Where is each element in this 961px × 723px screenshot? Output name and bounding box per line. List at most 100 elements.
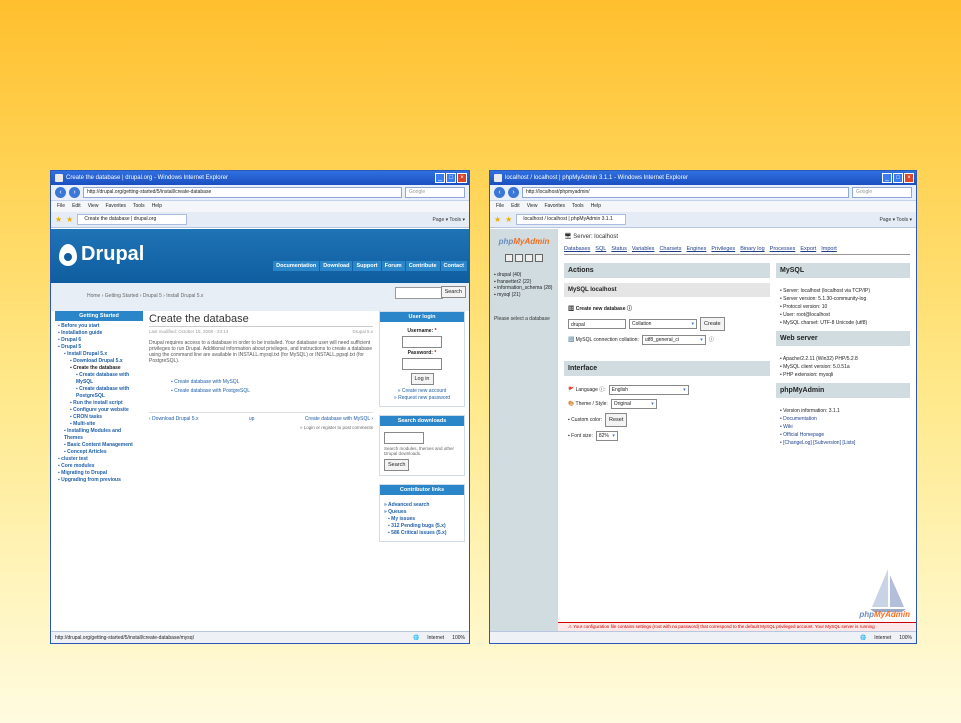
database-item[interactable]: information_schema (28) xyxy=(494,285,554,292)
info-icon[interactable]: ⓘ xyxy=(709,336,714,344)
database-item[interactable]: mysql (21) xyxy=(494,292,554,299)
menu-tools[interactable]: Tools xyxy=(572,203,584,210)
forward-icon[interactable]: › xyxy=(508,187,519,198)
conn-collation-select[interactable]: utf8_general_ci xyxy=(641,335,706,345)
theme-select[interactable]: Original xyxy=(610,399,657,409)
docs-icon[interactable] xyxy=(525,254,533,262)
sidebar-item[interactable]: ▪ Create database with MySQL xyxy=(58,372,140,386)
contrib-link[interactable]: ▪ 312 Pending bugs (5.x) xyxy=(384,523,460,530)
minimize-button[interactable]: _ xyxy=(882,173,892,183)
menu-view[interactable]: View xyxy=(88,203,99,210)
nav-contribute[interactable]: Contribute xyxy=(405,261,440,271)
menu-edit[interactable]: Edit xyxy=(511,203,520,210)
login-button[interactable]: Log in xyxy=(410,373,434,385)
sidebar-item[interactable]: ▪ Download Drupal 5.x xyxy=(58,358,140,365)
search-input[interactable]: Google xyxy=(852,187,912,198)
tab-engines[interactable]: Engines xyxy=(686,246,706,252)
query-window-icon[interactable] xyxy=(515,254,523,262)
downloads-search-button[interactable]: Search xyxy=(384,459,410,471)
language-select[interactable]: English xyxy=(608,385,689,395)
tab-processes[interactable]: Processes xyxy=(770,246,796,252)
wiki-link[interactable]: Wiki xyxy=(780,423,906,431)
sidebar-item[interactable]: ▪ Migrating to Drupal xyxy=(58,470,140,477)
minimize-button[interactable]: _ xyxy=(435,173,445,183)
nav-support[interactable]: Support xyxy=(353,261,381,271)
close-button[interactable]: × xyxy=(457,173,467,183)
contrib-link[interactable]: » Queues xyxy=(384,509,460,516)
sidebar-item[interactable]: ▪ Create database with PostgreSQL xyxy=(58,386,140,400)
nav-documentation[interactable]: Documentation xyxy=(273,261,320,271)
downloads-search-input[interactable] xyxy=(384,432,424,444)
reload-icon[interactable] xyxy=(535,254,543,262)
url-input[interactable]: http://localhost/phpmyadmin/ xyxy=(522,187,849,198)
menu-help[interactable]: Help xyxy=(591,203,601,210)
tab-databases[interactable]: Databases xyxy=(564,246,590,252)
add-favorite-icon[interactable]: ★ xyxy=(505,215,512,224)
sidebar-item[interactable]: ▪ Upgrading from previous xyxy=(58,477,140,484)
sidebar-item[interactable]: ▪ Core modules xyxy=(58,463,140,470)
zoom-level[interactable]: 100% xyxy=(899,635,912,641)
nav-contact[interactable]: Contact xyxy=(440,261,467,271)
breadcrumb[interactable]: Home › Getting Started › Drupal 5 › Inst… xyxy=(87,293,203,299)
tab-import[interactable]: Import xyxy=(821,246,837,252)
documentation-link[interactable]: Documentation xyxy=(780,415,906,423)
username-field[interactable] xyxy=(402,336,442,348)
menu-view[interactable]: View xyxy=(527,203,538,210)
tab-sql[interactable]: SQL xyxy=(595,246,606,252)
maximize-button[interactable]: □ xyxy=(893,173,903,183)
reset-color-button[interactable]: Reset xyxy=(605,413,628,427)
sidebar-item[interactable]: ▪ Basic Content Management xyxy=(58,442,140,449)
maximize-button[interactable]: □ xyxy=(446,173,456,183)
tab-status[interactable]: Status xyxy=(611,246,627,252)
create-button[interactable]: Create xyxy=(700,317,725,331)
toolbar-commands[interactable]: Page ▾ Tools ▾ xyxy=(880,217,912,223)
menu-favorites[interactable]: Favorites xyxy=(544,203,565,210)
site-search-input[interactable] xyxy=(395,287,443,299)
sidebar-item[interactable]: ▪ Installation guide xyxy=(58,330,140,337)
sidebar-item[interactable]: ▪ cluster test xyxy=(58,456,140,463)
menu-tools[interactable]: Tools xyxy=(133,203,145,210)
contrib-link[interactable]: » Advanced search xyxy=(384,502,460,509)
home-icon[interactable] xyxy=(505,254,513,262)
new-database-input[interactable]: drupal xyxy=(568,319,626,329)
menu-help[interactable]: Help xyxy=(152,203,162,210)
nav-forum[interactable]: Forum xyxy=(381,261,405,271)
phpmyadmin-logo[interactable]: phpMyAdmin xyxy=(494,237,554,246)
tab-variables[interactable]: Variables xyxy=(632,246,655,252)
server-breadcrumb[interactable]: 🖥 Server: localhost xyxy=(564,233,910,240)
toolbar-commands[interactable]: Page ▾ Tools ▾ xyxy=(433,217,465,223)
back-icon[interactable]: ‹ xyxy=(55,187,66,198)
menu-file[interactable]: File xyxy=(496,203,504,210)
create-account-link[interactable]: » Create new account xyxy=(384,388,460,395)
menu-favorites[interactable]: Favorites xyxy=(105,203,126,210)
homepage-link[interactable]: Official Homepage xyxy=(780,431,906,439)
sidebar-item[interactable]: ▪ Configure your website xyxy=(58,407,140,414)
sidebar-item[interactable]: ▪ Before you start xyxy=(58,323,140,330)
changelog-links[interactable]: [ChangeLog] [Subversion] [Lists] xyxy=(780,439,906,447)
pager-next[interactable]: Create database with MySQL › xyxy=(305,416,373,422)
browser-tab[interactable]: localhost / localhost | phpMyAdmin 3.1.1 xyxy=(516,214,627,225)
add-favorite-icon[interactable]: ★ xyxy=(66,215,73,224)
link-mysql[interactable]: ▪ Create database with MySQL xyxy=(171,378,373,387)
back-icon[interactable]: ‹ xyxy=(494,187,505,198)
url-input[interactable]: http://drupal.org/getting-started/5/inst… xyxy=(83,187,402,198)
login-note[interactable]: » Login or register to post comments xyxy=(149,425,373,430)
sidebar-item[interactable]: ▪ Drupal 5 xyxy=(58,344,140,351)
menu-edit[interactable]: Edit xyxy=(72,203,81,210)
favorites-star-icon[interactable]: ★ xyxy=(55,215,62,224)
password-field[interactable] xyxy=(402,358,442,370)
menu-file[interactable]: File xyxy=(57,203,65,210)
sidebar-item[interactable]: ▪ CRON tasks xyxy=(58,414,140,421)
nav-download[interactable]: Download xyxy=(320,261,353,271)
sidebar-item[interactable]: ▪ Run the install script xyxy=(58,400,140,407)
site-search-button[interactable]: Search xyxy=(440,286,466,298)
link-postgresql[interactable]: ▪ Create database with PostgreSQL xyxy=(171,387,373,396)
contrib-link[interactable]: ▪ 586 Critical issues (5.x) xyxy=(384,530,460,537)
sidebar-item[interactable]: ▪ Create the database xyxy=(58,365,140,372)
pager-prev[interactable]: ‹ Download Drupal 5.x xyxy=(149,416,198,422)
request-password-link[interactable]: » Request new password xyxy=(384,395,460,402)
close-button[interactable]: × xyxy=(904,173,914,183)
font-size-select[interactable]: 82% xyxy=(595,431,618,441)
sidebar-item[interactable]: ▪ Installing Modules and Themes xyxy=(58,428,140,442)
sidebar-item[interactable]: ▪ Concept Articles xyxy=(58,449,140,456)
